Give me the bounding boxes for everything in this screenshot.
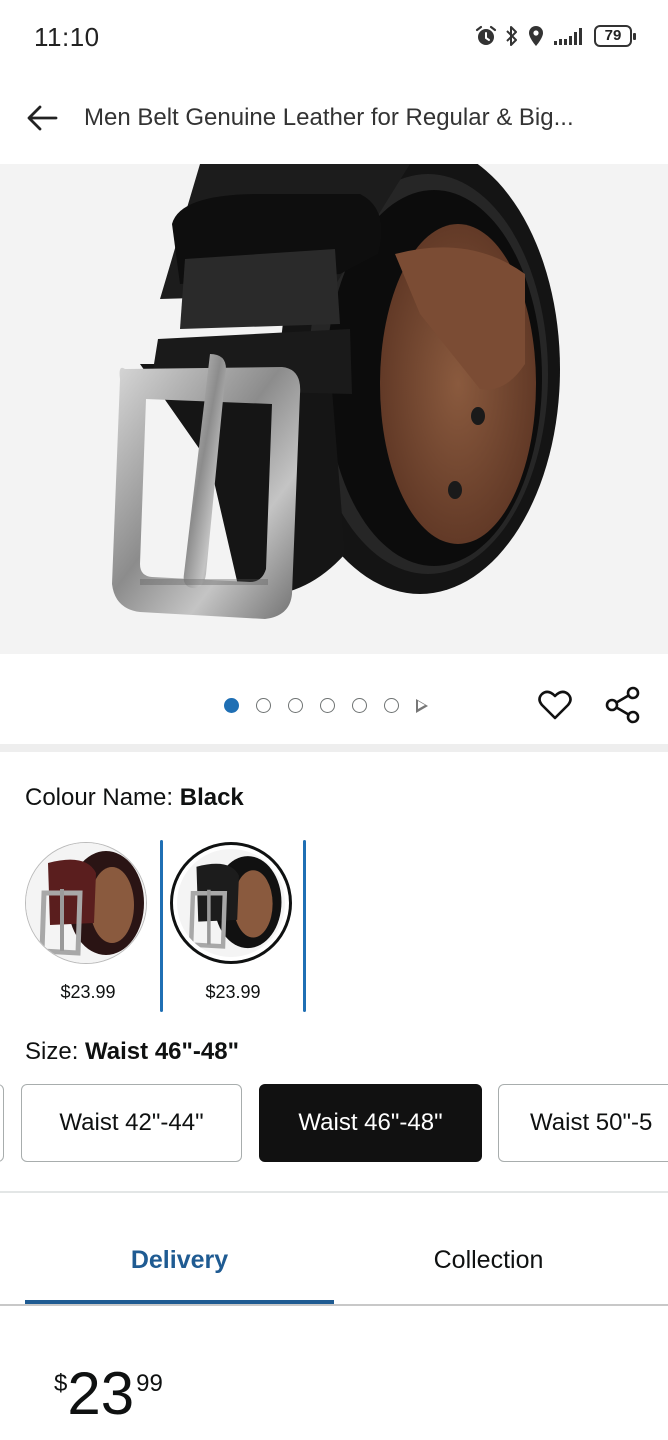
- carousel-dot-1[interactable]: [224, 698, 239, 713]
- black-belt-thumbnail: [177, 849, 285, 957]
- signal-icon: [554, 28, 582, 45]
- fulfilment-tabs: Delivery Collection: [0, 1216, 668, 1308]
- size-label-prefix: Size:: [25, 1038, 86, 1065]
- carousel-dot-5[interactable]: [352, 698, 367, 713]
- status-time: 11:10: [34, 22, 100, 52]
- size-label: Size: Waist 46"-48": [25, 1038, 239, 1066]
- tab-collection[interactable]: Collection: [334, 1216, 643, 1304]
- swatch-price-black: $23.99: [205, 982, 261, 1002]
- tabs-border: [0, 1304, 668, 1306]
- carousel-dot-3[interactable]: [288, 698, 303, 713]
- product-price: $ 23 99: [54, 1362, 163, 1426]
- back-arrow-icon[interactable]: [22, 98, 62, 138]
- header: Men Belt Genuine Leather for Regular & B…: [0, 80, 668, 162]
- carousel-dots: [224, 698, 428, 713]
- product-image[interactable]: [0, 164, 668, 654]
- size-option-46-48[interactable]: Waist 46"-48": [259, 1084, 482, 1162]
- size-option-42-44[interactable]: Waist 42"-44": [21, 1084, 242, 1162]
- belt-illustration: [0, 164, 668, 654]
- status-icons: 79: [474, 24, 636, 48]
- divider: [0, 1191, 668, 1193]
- swatch-image-brown: [25, 842, 147, 964]
- carousel-dot-2[interactable]: [256, 698, 271, 713]
- size-selected-value: Waist 46"-48": [85, 1038, 239, 1065]
- share-icon[interactable]: [604, 686, 642, 724]
- page-title: Men Belt Genuine Leather for Regular & B…: [84, 104, 574, 131]
- carousel-dot-6[interactable]: [384, 698, 399, 713]
- wishlist-heart-icon[interactable]: [536, 686, 574, 724]
- size-options: Waist 42"-44" Waist 46"-48" Waist 50"-5: [0, 1082, 668, 1166]
- size-option-50-partial[interactable]: Waist 50"-5: [498, 1084, 668, 1162]
- battery-level: 79: [604, 27, 622, 44]
- price-fraction: 99: [136, 1370, 163, 1397]
- location-icon: [529, 26, 543, 46]
- status-bar: 11:10 79: [0, 0, 668, 80]
- carousel-dot-4[interactable]: [320, 698, 335, 713]
- bluetooth-icon: [506, 26, 517, 46]
- price-currency-symbol: $: [54, 1370, 68, 1397]
- size-option-prev-partial[interactable]: [0, 1084, 4, 1162]
- carousel-controls: [0, 656, 668, 744]
- swatch-price-brown: $23.99: [60, 982, 116, 1002]
- colour-swatch-brown[interactable]: $23.99: [18, 840, 158, 1015]
- colour-label-prefix: Colour Name:: [25, 784, 180, 811]
- colour-label: Colour Name: Black: [25, 784, 244, 812]
- colour-selected-value: Black: [179, 784, 244, 811]
- brown-belt-thumbnail: [26, 843, 146, 963]
- swatch-image-black: [170, 842, 292, 964]
- colour-swatch-black[interactable]: $23.99: [160, 840, 306, 1015]
- battery-indicator: 79: [594, 25, 636, 47]
- alarm-icon: [475, 25, 497, 45]
- video-play-icon[interactable]: [416, 698, 428, 713]
- price-whole: 23: [67, 1360, 135, 1427]
- section-separator: [0, 744, 668, 752]
- tab-delivery[interactable]: Delivery: [25, 1216, 334, 1304]
